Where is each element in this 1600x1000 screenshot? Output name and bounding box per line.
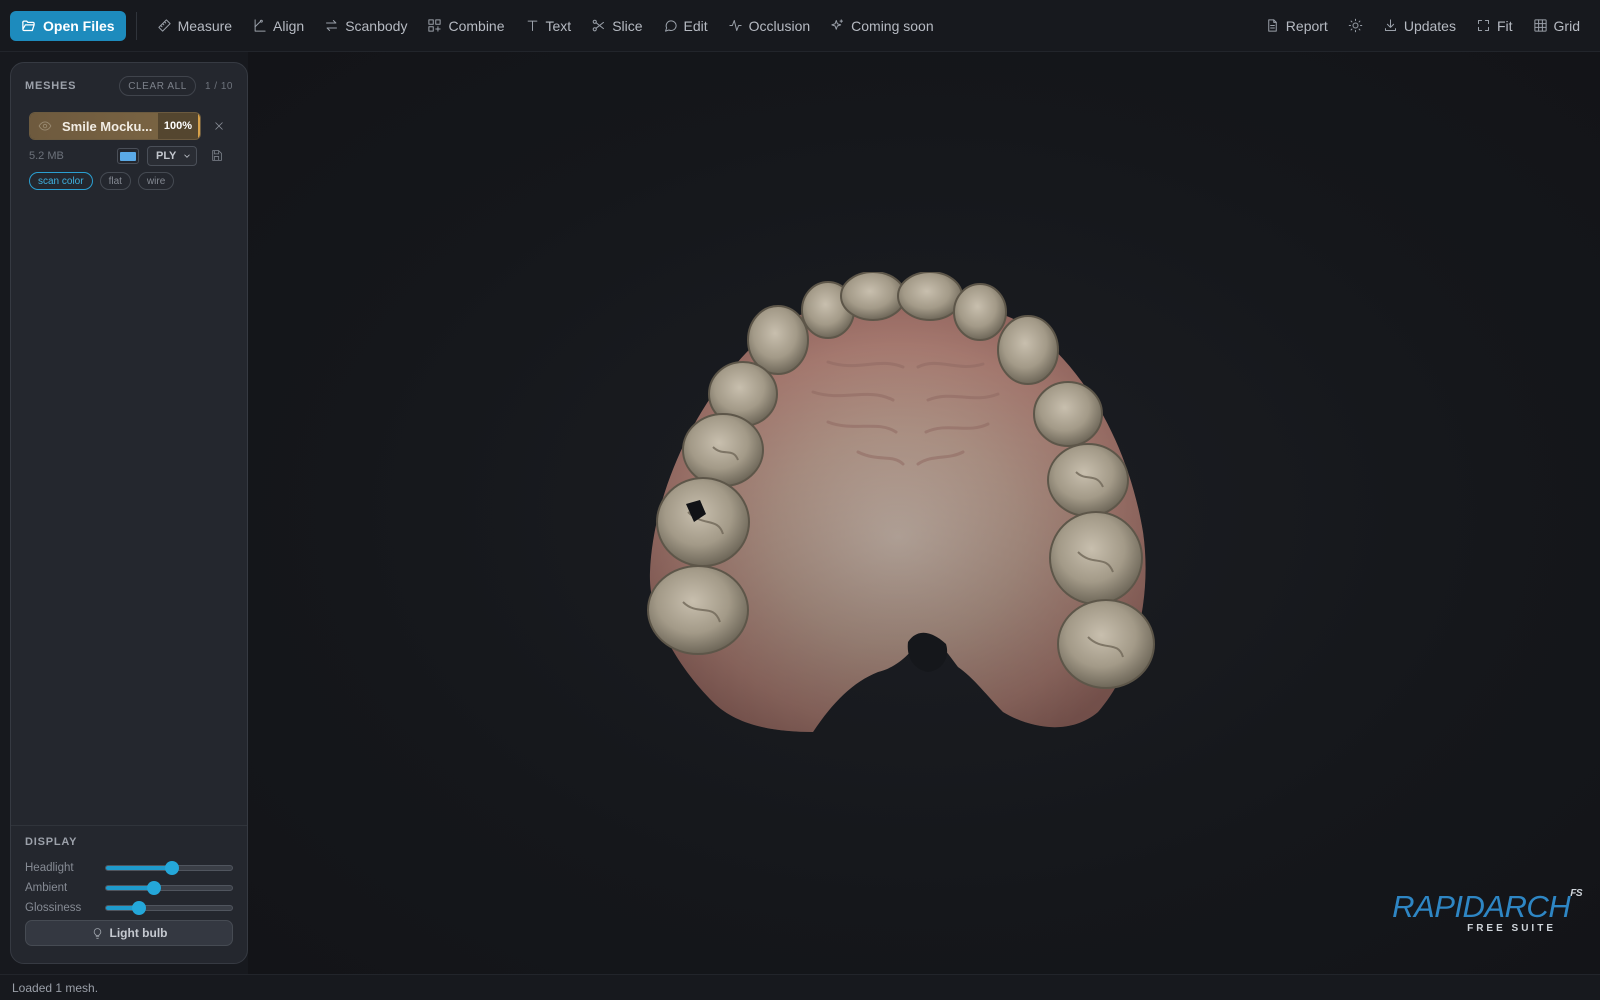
mesh-opacity-value: 100%	[158, 113, 200, 139]
scissors-icon	[592, 19, 605, 32]
display-title: DISPLAY	[25, 836, 78, 848]
remove-mesh-button[interactable]	[213, 119, 227, 133]
report-label: Report	[1285, 17, 1328, 34]
grid-icon	[1533, 19, 1547, 32]
eye-icon	[38, 121, 52, 131]
download-icon	[1384, 19, 1396, 31]
occlusion-tool[interactable]: Occlusion	[718, 11, 820, 41]
text-icon	[527, 20, 537, 31]
save-icon	[212, 150, 222, 161]
measure-label: Measure	[177, 17, 233, 34]
text-tool[interactable]: Text	[515, 11, 582, 41]
headlight-slider-thumb[interactable]	[164, 861, 179, 875]
swap-icon	[326, 20, 338, 31]
mesh-opacity-bar[interactable]: Smile Mocku... 100%	[29, 112, 201, 140]
open-files-label: Open Files	[43, 17, 115, 34]
glossiness-label: Glossiness	[25, 902, 82, 914]
glossiness-slider[interactable]	[105, 901, 233, 915]
meshes-panel: MESHES CLEAR ALL 1 / 10 Smile Mocku... 1…	[10, 62, 248, 964]
align-tool[interactable]: Align	[242, 11, 314, 41]
document-icon	[1268, 19, 1277, 32]
mesh-item: Smile Mocku... 100%	[29, 111, 241, 141]
fit-label: Fit	[1496, 17, 1513, 34]
updates-label: Updates	[1403, 17, 1456, 34]
render-mode-group: scan color flat wire	[29, 172, 175, 190]
ruler-icon	[157, 19, 171, 32]
activity-icon	[729, 20, 742, 31]
status-bar: Loaded 1 mesh.	[0, 974, 1600, 1000]
status-message: Loaded 1 mesh.	[12, 980, 99, 995]
headlight-slider-fill	[106, 866, 172, 870]
glossiness-slider-row: Glossiness	[25, 900, 235, 916]
ambient-slider-row: Ambient	[25, 880, 235, 896]
combine-tool[interactable]: Combine	[417, 11, 514, 41]
mesh-file-size: 5.2 MB	[29, 150, 64, 162]
mesh-color-picker[interactable]	[117, 148, 139, 164]
chat-icon	[664, 20, 677, 32]
meshes-title: MESHES	[25, 80, 77, 92]
text-label: Text	[545, 17, 572, 34]
edit-tool[interactable]: Edit	[653, 11, 718, 41]
mesh-color-swatch	[120, 151, 136, 161]
mesh-count: 1 / 10	[204, 80, 233, 92]
folder-open-icon	[22, 20, 35, 32]
lightbulb-icon	[93, 927, 101, 939]
headlight-label: Headlight	[25, 862, 74, 874]
sparkles-icon	[831, 19, 844, 30]
combine-icon	[428, 19, 442, 32]
headlight-slider[interactable]	[105, 861, 233, 875]
grid-button[interactable]: Grid	[1523, 11, 1590, 41]
coming-soon-label: Coming soon	[851, 17, 934, 34]
3d-viewport[interactable]: RAPIDARCHFS FREE SUITE	[248, 52, 1600, 974]
scanbody-tool[interactable]: Scanbody	[314, 11, 417, 41]
measure-tool[interactable]: Measure	[147, 11, 242, 41]
edit-label: Edit	[683, 17, 708, 34]
logo-suffix: FS	[1570, 888, 1582, 899]
mode-scan-color[interactable]: scan color	[29, 172, 93, 190]
logo-name: RAPIDARCH	[1392, 889, 1571, 924]
fullscreen-icon	[1477, 20, 1489, 31]
slice-label: Slice	[612, 17, 643, 34]
occlusion-label: Occlusion	[748, 17, 811, 34]
headlight-slider-row: Headlight	[25, 860, 235, 876]
light-bulb-button[interactable]: Light bulb	[25, 920, 233, 946]
grid-label: Grid	[1553, 17, 1580, 34]
report-button[interactable]: Report	[1255, 11, 1338, 41]
export-format-value: PLY	[156, 150, 177, 162]
logo-wordmark: RAPIDARCHFS	[1392, 888, 1582, 924]
mesh-name: Smile Mocku...	[62, 118, 153, 134]
ambient-label: Ambient	[25, 882, 68, 894]
ambient-slider[interactable]	[105, 881, 233, 895]
dental-arch-scan[interactable]	[628, 272, 1168, 752]
display-section: DISPLAY Headlight Ambient Glossiness Lig…	[11, 825, 247, 963]
mesh-meta: 5.2 MB PLY	[29, 145, 241, 167]
scanbody-label: Scanbody	[345, 17, 408, 34]
clear-all-button[interactable]: CLEAR ALL	[119, 76, 196, 96]
save-mesh-button[interactable]	[210, 149, 224, 163]
light-bulb-label: Light bulb	[109, 926, 168, 940]
export-format-select[interactable]: PLY	[147, 146, 197, 166]
rapidarch-logo: RAPIDARCHFS FREE SUITE	[1392, 888, 1582, 935]
visibility-toggle[interactable]	[38, 118, 54, 134]
updates-button[interactable]: Updates	[1373, 11, 1466, 41]
fit-button[interactable]: Fit	[1466, 11, 1523, 41]
glossiness-slider-thumb[interactable]	[131, 901, 146, 915]
open-files-button[interactable]: Open Files	[10, 10, 126, 41]
combine-label: Combine	[448, 17, 505, 34]
ambient-slider-thumb[interactable]	[146, 881, 161, 895]
mode-flat[interactable]: flat	[99, 172, 131, 190]
theme-toggle-button[interactable]	[1338, 11, 1373, 41]
toolbar-divider	[135, 11, 137, 40]
align-icon	[254, 19, 266, 32]
sun-icon	[1348, 18, 1363, 33]
meshes-header: MESHES CLEAR ALL 1 / 10	[25, 75, 233, 97]
mode-wire[interactable]: wire	[137, 172, 175, 190]
top-toolbar: Open Files Measure Align Scanbody Combin…	[0, 0, 1600, 52]
slice-tool[interactable]: Slice	[581, 11, 652, 41]
chevron-down-icon	[184, 154, 191, 158]
align-label: Align	[273, 17, 305, 34]
close-icon	[215, 122, 223, 130]
coming-soon-tool[interactable]: Coming soon	[820, 11, 944, 41]
logo-tagline: FREE SUITE	[1467, 923, 1556, 934]
